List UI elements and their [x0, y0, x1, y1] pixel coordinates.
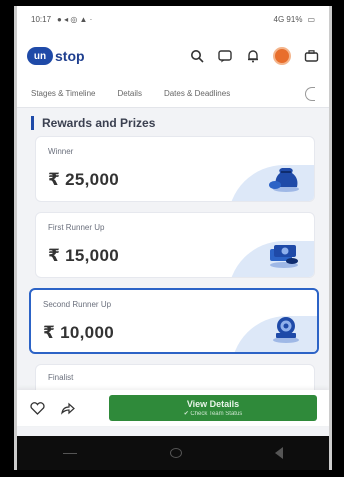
bell-icon[interactable]: [245, 48, 261, 64]
status-bar: 10:17 ● ◂ ◎ ▲ · 4G 91% ▭: [17, 6, 329, 32]
bottom-action-bar: View Details ✔ Check Team Status: [17, 390, 329, 426]
cta-sublabel: ✔ Check Team Status: [183, 411, 243, 417]
briefcase-icon[interactable]: [303, 48, 319, 64]
section-title: Rewards and Prizes: [31, 116, 329, 130]
share-icon[interactable]: [59, 400, 75, 416]
medal-icon: [273, 317, 299, 343]
prize-label: Winner: [48, 147, 74, 156]
notification-icons: ● ◂ ◎ ▲ ·: [57, 14, 93, 24]
prize-label: First Runner Up: [48, 223, 105, 232]
tab-stages-timeline[interactable]: Stages & Timeline: [31, 89, 95, 98]
tab-details[interactable]: Details: [117, 89, 141, 98]
status-time: 10:17: [31, 14, 52, 24]
system-nav-bar: [17, 436, 329, 470]
app-logo[interactable]: un stop: [27, 47, 85, 65]
status-right-text: 4G 91%: [273, 14, 303, 24]
cash-stack-icon: [270, 245, 298, 268]
money-bag-icon: [269, 168, 299, 192]
chat-icon[interactable]: [217, 48, 233, 64]
home-icon[interactable]: [169, 448, 182, 458]
prize-card-winner[interactable]: Winner ₹ 25,000: [35, 136, 315, 202]
battery-icon: ▭: [307, 14, 315, 24]
prize-label: Second Runner Up: [43, 300, 112, 309]
back-icon[interactable]: [274, 447, 283, 459]
heart-icon[interactable]: [29, 400, 45, 416]
avatar[interactable]: [273, 47, 291, 65]
logo-text: stop: [55, 48, 85, 64]
tab-dates-deadlines[interactable]: Dates & Deadlines: [164, 89, 230, 98]
tabs-scroll-indicator[interactable]: [305, 86, 315, 101]
phone-screen: 10:17 ● ◂ ◎ ▲ · 4G 91% ▭ un stop Stages …: [14, 6, 332, 470]
view-details-button[interactable]: View Details ✔ Check Team Status: [109, 395, 317, 421]
search-icon[interactable]: [189, 48, 205, 64]
logo-mark: un: [27, 47, 53, 65]
cta-label: View Details: [186, 399, 240, 409]
prize-card-first-runner-up[interactable]: First Runner Up ₹ 15,000: [35, 212, 315, 278]
app-header: un stop: [17, 32, 329, 80]
prize-card-second-runner-up[interactable]: Second Runner Up ₹ 10,000: [29, 288, 319, 354]
prize-label: Finalist: [48, 373, 74, 382]
recent-apps-icon[interactable]: [63, 452, 78, 454]
tab-bar: Stages & Timeline Details Dates & Deadli…: [17, 80, 329, 108]
